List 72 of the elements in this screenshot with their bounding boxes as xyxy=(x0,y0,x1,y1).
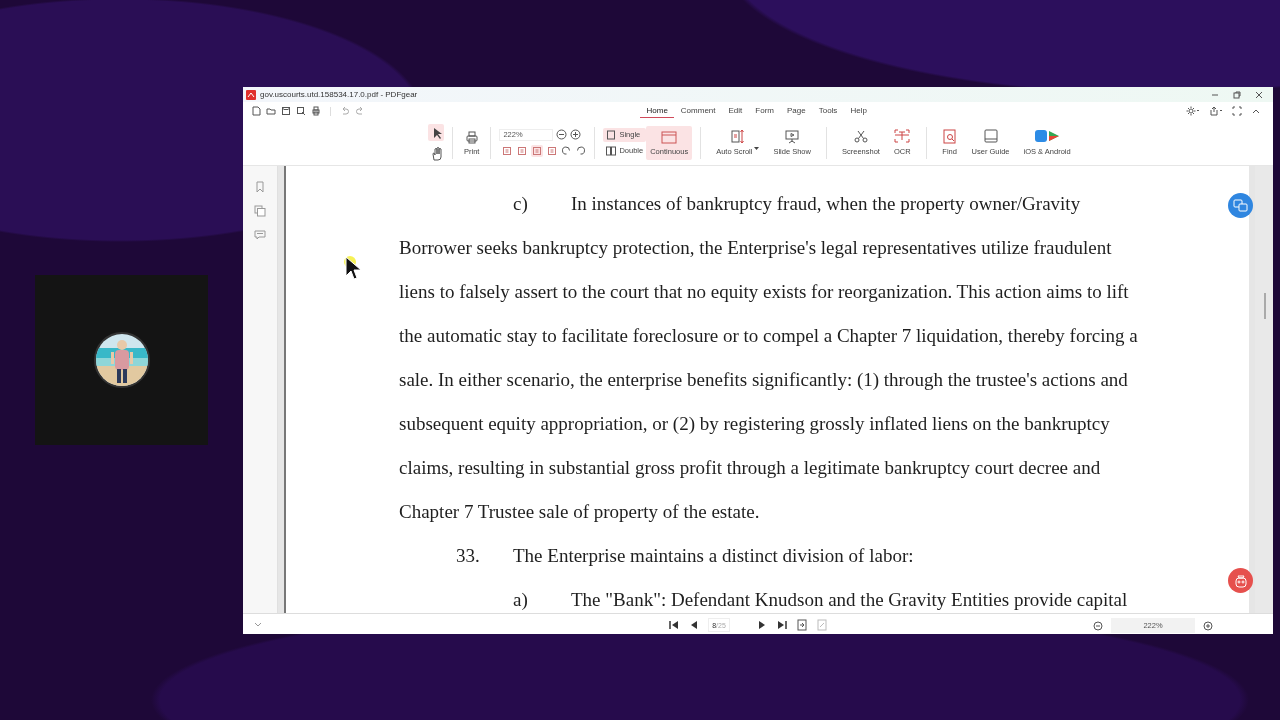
share-icon[interactable] xyxy=(1209,106,1223,116)
page-fit-icon xyxy=(547,145,558,156)
scrollbar-thumb[interactable] xyxy=(1264,293,1266,319)
text-line: the automatic stay to facilitate foreclosure or to compel a Chapter 7 liquidation, thereby forcing a xyxy=(399,325,1138,346)
menu-tab[interactable]: Edit xyxy=(722,104,749,118)
bookmark-icon[interactable] xyxy=(254,181,266,193)
double-page-icon xyxy=(606,145,617,156)
book-icon xyxy=(982,129,999,144)
caret-icon xyxy=(754,147,760,151)
auto-scroll-icon xyxy=(729,129,746,144)
save-icon[interactable] xyxy=(281,106,291,116)
text-line: The "Bank": Defendant Knudson and the Gravity Entities provide capital xyxy=(571,589,1128,610)
zoom-out-icon[interactable] xyxy=(1093,620,1103,631)
menu-tab[interactable]: Tools xyxy=(812,104,844,118)
restore-icon[interactable] xyxy=(1233,90,1241,99)
new-file-icon[interactable] xyxy=(251,106,261,116)
text-line: In instances of bankruptcy fraud, when the property owner/Gravity xyxy=(571,193,1081,214)
chevron-down-icon[interactable] xyxy=(253,621,263,629)
printer-icon[interactable] xyxy=(311,106,321,116)
comment-icon[interactable] xyxy=(254,229,266,241)
scissors-icon xyxy=(852,129,869,144)
item-label: a) xyxy=(513,588,529,612)
fit-mode-button[interactable] xyxy=(501,144,514,157)
menu-tab[interactable]: Form xyxy=(748,104,781,118)
fit-mode-button[interactable] xyxy=(546,144,559,157)
presentation-icon xyxy=(784,129,801,144)
pdf-app-icon xyxy=(246,89,256,100)
save-as-icon[interactable] xyxy=(296,106,306,116)
first-page-icon[interactable] xyxy=(668,619,680,631)
menu-tab[interactable]: Home xyxy=(640,104,675,118)
pages-icon[interactable] xyxy=(254,205,266,217)
continuous-page-icon xyxy=(661,129,678,144)
rotate-right-icon[interactable] xyxy=(575,145,587,156)
translate-icon xyxy=(1233,199,1248,212)
text-line: liens to falsely assert to the court that no equity exists for reorganization. This action aims to lift xyxy=(399,281,1129,302)
menu-tab[interactable]: Help xyxy=(843,104,874,118)
single-page-icon xyxy=(606,129,617,140)
select-tool-button[interactable] xyxy=(428,123,444,141)
hand-icon xyxy=(429,145,443,161)
page-fit-icon xyxy=(532,145,543,156)
page-fit-icon xyxy=(502,145,513,156)
close-icon[interactable] xyxy=(1255,90,1263,99)
last-page-icon[interactable] xyxy=(776,619,788,631)
printer-icon xyxy=(464,129,479,144)
fullscreen-icon[interactable] xyxy=(1232,106,1242,116)
theme-icon[interactable] xyxy=(1186,106,1200,116)
redo-icon[interactable] xyxy=(355,106,365,116)
robot-icon xyxy=(1233,573,1248,588)
search-icon xyxy=(941,129,958,144)
text-line: Chapter 7 Trustee sale of property of the estate. xyxy=(399,501,760,522)
fit-mode-button[interactable] xyxy=(516,144,529,157)
item-label: c) xyxy=(513,192,529,216)
text-line: The Enterprise maintains a distinct division of labor: xyxy=(513,545,914,566)
menu-tab[interactable]: Comment xyxy=(674,104,723,118)
text-line: Borrower seeks bankruptcy protection, the Enterprise's legal representatives utilize fraudulent xyxy=(399,237,1112,258)
ocr-icon xyxy=(894,129,911,144)
zoom-in-icon[interactable] xyxy=(1203,620,1213,631)
page-fit-icon xyxy=(517,145,528,156)
page-export-icon[interactable] xyxy=(796,619,808,631)
text-line: sale. In either scenario, the enterprise benefits significantly: (1) through the trustee's actions and xyxy=(399,369,1128,390)
folder-icon[interactable] xyxy=(266,106,276,116)
text-line: claims, resulting in substantial gross profit through a legitimate bankruptcy court decree and xyxy=(399,457,1101,478)
zoom-out-icon[interactable] xyxy=(556,129,568,140)
window-title: gov.uscourts.utd.158534.17.0.pdf - PDFgear xyxy=(260,90,418,99)
undo-icon[interactable] xyxy=(340,106,350,116)
fit-mode-button[interactable] xyxy=(531,144,544,157)
item-label: 33. xyxy=(456,544,481,568)
text-line: subsequent equity appropriation, or (2) by registering grossly inflated liens on the bankruptcy xyxy=(399,413,1110,434)
app-store-icon xyxy=(1035,129,1060,144)
menu-tab[interactable]: Page xyxy=(780,104,813,118)
zoom-in-icon[interactable] xyxy=(570,129,582,140)
rotate-left-icon[interactable] xyxy=(561,145,573,156)
